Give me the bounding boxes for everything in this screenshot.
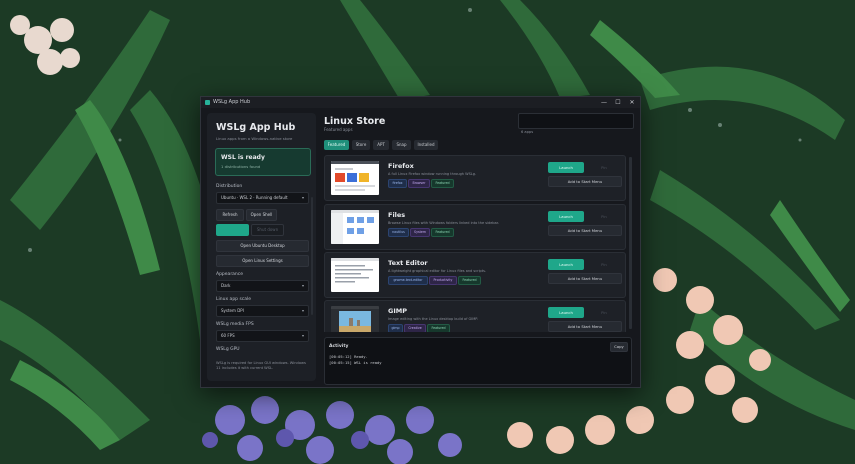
app-description: Image editing with the Linux desktop bui…: [388, 317, 478, 321]
open-shell-button[interactable]: Open Shell: [246, 209, 277, 221]
tab-store[interactable]: Store: [352, 140, 370, 150]
app-tag: Productivity: [429, 276, 457, 285]
app-tag: Featured: [431, 179, 454, 188]
app-description: A full Linux Firefox window running thro…: [388, 172, 477, 176]
window-title: WSLg App Hub: [213, 99, 251, 105]
pin-button[interactable]: Pin: [586, 307, 622, 318]
app-tag: nautilus: [388, 228, 409, 237]
app-name: Files: [388, 211, 406, 219]
section-label: Featured apps: [324, 127, 353, 132]
page-title: Linux Store: [324, 116, 386, 127]
copy-log-button[interactable]: Copy: [610, 342, 628, 352]
tab-apt[interactable]: APT: [373, 140, 389, 150]
sidebar: WSLg App Hub Linux apps from a Windows-n…: [207, 113, 316, 381]
firefox-screenshot: [331, 161, 379, 195]
app-icon: [205, 100, 210, 105]
app-scale-label: Linux app scale: [216, 297, 252, 302]
media-fps-value: 60 FPS: [221, 333, 235, 338]
sidebar-title: WSLg App Hub: [216, 122, 296, 133]
activity-title: Activity: [329, 344, 349, 349]
pin-button[interactable]: Pin: [586, 162, 622, 173]
minimize-button[interactable]: —: [597, 97, 611, 108]
appearance-select[interactable]: Dark ▾: [216, 280, 309, 292]
pin-button[interactable]: Pin: [586, 211, 622, 222]
app-scale-value: System DPI: [221, 308, 244, 313]
app-tag: Featured: [431, 228, 454, 237]
app-name: Text Editor: [388, 259, 428, 267]
tab-featured[interactable]: Featured: [324, 140, 349, 150]
wsl-status-title: WSL is ready: [221, 154, 265, 161]
app-name: GIMP: [388, 307, 407, 315]
close-button[interactable]: ✕: [625, 97, 639, 108]
sidebar-scrollbar[interactable]: [311, 197, 313, 315]
app-list-scrollbar[interactable]: [629, 157, 632, 329]
media-fps-label: WSLg media FPS: [216, 322, 254, 327]
chevron-down-icon: ▾: [301, 283, 304, 288]
wslg-note: WSLg is required for Linux GUI windows. …: [216, 361, 306, 370]
text-editor-screenshot: [331, 258, 379, 292]
app-tag: Featured: [427, 324, 450, 332]
media-fps-select[interactable]: 60 FPS ▾: [216, 330, 309, 342]
maximize-button[interactable]: ☐: [611, 97, 625, 108]
tab-installed[interactable]: Installed: [414, 140, 438, 150]
refresh-button[interactable]: Refresh: [216, 209, 244, 221]
add-to-start-menu-button[interactable]: Add to Start Menu: [548, 321, 622, 332]
app-card-gimp: GIMP Image editing with the Linux deskto…: [324, 300, 626, 332]
chevron-down-icon: ▾: [301, 195, 304, 200]
files-screenshot: [331, 210, 379, 244]
wsl-status-detail: 1 distributions found: [221, 164, 261, 169]
app-tag: System: [410, 228, 430, 237]
app-description: Browse Linux files with Windows folders …: [388, 221, 500, 225]
add-to-start-menu-button[interactable]: Add to Start Menu: [548, 225, 622, 236]
start-distro-button[interactable]: [216, 224, 249, 236]
app-count: 6 apps: [521, 130, 534, 134]
open-desktop-button[interactable]: Open Ubuntu Desktop: [216, 240, 309, 252]
app-tag: firefox: [388, 179, 407, 188]
sidebar-subtitle: Linux apps from a Windows-native store: [216, 136, 293, 141]
app-card-text-editor: Text Editor A lightweight graphical edit…: [324, 252, 626, 298]
gpu-label: WSLg GPU: [216, 347, 240, 352]
app-description: A lightweight graphical editor for Linux…: [388, 269, 487, 273]
app-window: WSLg App Hub — ☐ ✕ WSLg App Hub Linux ap…: [200, 96, 641, 388]
app-tag: Creative: [404, 324, 426, 332]
app-scale-select[interactable]: System DPI ▾: [216, 305, 309, 317]
search-input[interactable]: [518, 113, 634, 129]
wsl-status-card: WSL is ready 1 distributions found: [215, 148, 311, 176]
log-line: [00:05:15] WSL is ready: [329, 360, 382, 365]
launch-button[interactable]: Launch: [548, 162, 584, 173]
add-to-start-menu-button[interactable]: Add to Start Menu: [548, 273, 622, 284]
gimp-screenshot: [331, 306, 379, 332]
launch-button[interactable]: Launch: [548, 307, 584, 318]
launch-button[interactable]: Launch: [548, 211, 584, 222]
pin-button[interactable]: Pin: [586, 259, 622, 270]
distribution-value: Ubuntu · WSL 2 · Running default: [221, 195, 288, 200]
shutdown-button[interactable]: Shut down: [251, 224, 284, 236]
app-tag: gimp: [388, 324, 403, 332]
app-tag: Browser: [408, 179, 430, 188]
app-list: Firefox A full Linux Firefox window runn…: [324, 155, 630, 332]
app-card-files: Files Browse Linux files with Windows fo…: [324, 204, 626, 250]
app-name: Firefox: [388, 162, 414, 170]
log-line: [00:05:12] Ready.: [329, 354, 368, 359]
appearance-value: Dark: [221, 283, 231, 288]
app-tag: Featured: [458, 276, 481, 285]
distribution-label: Distribution: [216, 184, 243, 189]
launch-button[interactable]: Launch: [548, 259, 584, 270]
chevron-down-icon: ▾: [301, 333, 304, 338]
distribution-select[interactable]: Ubuntu · WSL 2 · Running default ▾: [216, 192, 309, 204]
tab-snap[interactable]: Snap: [392, 140, 411, 150]
app-card-firefox: Firefox A full Linux Firefox window runn…: [324, 155, 626, 201]
open-linux-settings-button[interactable]: Open Linux Settings: [216, 255, 309, 267]
chevron-down-icon: ▾: [301, 308, 304, 313]
app-tag: gnome-text-editor: [388, 276, 428, 285]
title-bar[interactable]: WSLg App Hub — ☐ ✕: [201, 97, 640, 108]
activity-panel: Activity Copy [00:05:12] Ready. [00:05:1…: [324, 337, 632, 385]
appearance-label: Appearance: [216, 272, 244, 277]
add-to-start-menu-button[interactable]: Add to Start Menu: [548, 176, 622, 187]
